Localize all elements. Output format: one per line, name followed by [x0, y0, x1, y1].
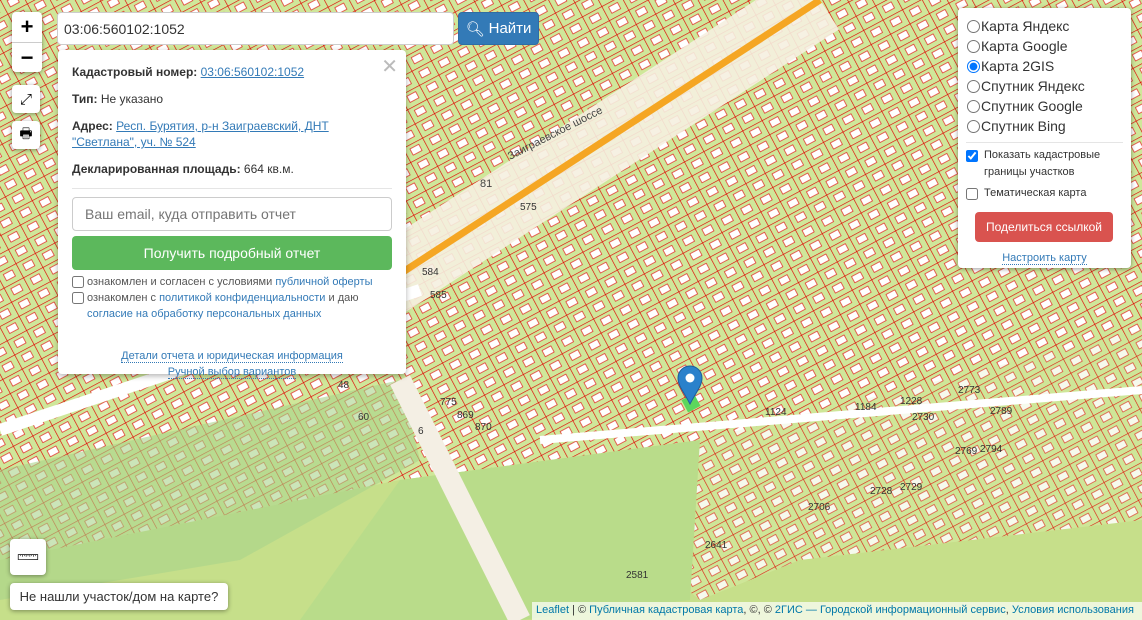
map-label: 1228: [900, 396, 923, 407]
map-label: 584: [422, 267, 439, 278]
find-button[interactable]: 🔍︎ Найти: [458, 12, 539, 45]
radio[interactable]: [967, 59, 980, 73]
radio[interactable]: [967, 39, 980, 53]
map-label: 2789: [990, 406, 1013, 417]
zoom-out-button[interactable]: −: [12, 42, 42, 72]
offer-link[interactable]: публичной оферты: [275, 276, 372, 288]
pkk-link[interactable]: Публичная кадастровая карта: [589, 604, 743, 616]
layer-google-satellite[interactable]: Спутник Google: [966, 96, 1123, 116]
offer-consent-checkbox[interactable]: ознакомлен и согласен с условиями публич…: [72, 274, 392, 290]
not-found-button[interactable]: Не нашли участок/дом на карте?: [10, 583, 228, 610]
cadastral-label: Кадастровый номер:: [72, 65, 198, 79]
layer-label: Карта 2GIS: [981, 58, 1055, 74]
ruler-icon: 📏︎: [12, 541, 43, 572]
radio[interactable]: [967, 79, 980, 93]
layer-bing-satellite[interactable]: Спутник Bing: [966, 116, 1123, 136]
radio[interactable]: [967, 119, 980, 133]
terms-link[interactable]: Условия использования: [1012, 604, 1134, 616]
map-label: 2773: [958, 385, 981, 396]
map-label: 2581: [626, 570, 649, 581]
zoom-control: + −: [12, 12, 42, 72]
layer-yandex-map[interactable]: Карта Яндекс: [966, 16, 1123, 36]
checkbox[interactable]: [72, 292, 84, 304]
printer-icon: 🖶: [19, 125, 33, 141]
leaflet-link[interactable]: Leaflet: [536, 604, 569, 616]
layer-2gis-map[interactable]: Карта 2GIS: [966, 56, 1123, 76]
map-label: 1184: [855, 402, 877, 413]
layer-label: Спутник Google: [981, 98, 1083, 114]
search-icon: 🔍︎: [465, 20, 485, 38]
checkbox[interactable]: [966, 150, 978, 162]
map-label: 2728: [870, 486, 893, 497]
fullscreen-button[interactable]: ⤢: [12, 85, 40, 113]
map-label: 585: [430, 290, 447, 301]
map-label: 60: [358, 412, 370, 423]
layer-google-map[interactable]: Карта Google: [966, 36, 1123, 56]
map-label: 1124: [765, 407, 787, 418]
divider: [72, 188, 392, 189]
get-report-button[interactable]: Получить подробный отчет: [72, 236, 392, 270]
layer-label: Карта Google: [981, 38, 1068, 54]
type-label: Тип:: [72, 92, 98, 106]
find-label: Найти: [488, 20, 532, 37]
road-number: 81: [480, 178, 492, 190]
map-label: 2729: [900, 482, 923, 493]
share-link-button[interactable]: Поделиться ссылкой: [975, 212, 1113, 242]
print-button[interactable]: 🖶: [12, 121, 40, 149]
checkbox[interactable]: [72, 276, 84, 288]
map-label: 869: [457, 410, 474, 421]
2gis-link[interactable]: 2ГИС — Городской информационный сервис: [775, 604, 1006, 616]
configure-map-link[interactable]: Настроить карту: [1002, 252, 1087, 265]
search-input[interactable]: [57, 12, 454, 45]
map-label: 6: [418, 426, 424, 437]
consent-text: ознакомлен и согласен с условиями: [87, 276, 276, 288]
close-icon[interactable]: ✕: [381, 54, 398, 79]
privacy-link[interactable]: политикой конфиденциальности: [159, 292, 325, 304]
map-label: 2706: [808, 502, 831, 513]
map-label: 575: [520, 202, 537, 213]
map-label: 2641: [705, 540, 728, 551]
area-value: 664 кв.м.: [243, 162, 294, 176]
zoom-in-button[interactable]: +: [12, 12, 42, 42]
layers-panel: Карта Яндекс Карта Google Карта 2GIS Спу…: [958, 8, 1131, 268]
details-link[interactable]: Детали отчета и юридическая информация: [121, 350, 343, 363]
map-label: 870: [475, 422, 492, 433]
consent-text: и даю: [325, 292, 359, 304]
thematic-map-checkbox[interactable]: Тематическая карта: [966, 185, 1123, 202]
parcel-popup: ✕ Кадастровый номер: 03:06:560102:1052 Т…: [58, 50, 406, 379]
map-label: 775: [440, 397, 457, 408]
email-input[interactable]: [72, 197, 392, 231]
manual-select-link[interactable]: Ручной выбор вариантов: [167, 366, 297, 379]
map-label: 2794: [980, 444, 1003, 455]
personal-data-link[interactable]: согласие на обработку персональных данны…: [87, 308, 321, 320]
layer-label: Спутник Bing: [981, 118, 1066, 134]
radio[interactable]: [967, 99, 980, 113]
type-value: Не указано: [100, 92, 164, 106]
layer-yandex-satellite[interactable]: Спутник Яндекс: [966, 76, 1123, 96]
cadastral-link[interactable]: 03:06:560102:1052: [201, 65, 304, 79]
radio[interactable]: [967, 19, 980, 33]
layer-label: Спутник Яндекс: [981, 78, 1085, 94]
consent-text: ознакомлен с: [87, 292, 160, 304]
divider: [966, 142, 1123, 143]
map-label: 48: [338, 380, 350, 391]
option-label: Тематическая карта: [984, 187, 1087, 199]
attr-text: | ©: [569, 604, 590, 616]
area-label: Декларированная площадь:: [72, 162, 241, 176]
show-borders-checkbox[interactable]: Показать кадастровые границы участков: [966, 147, 1123, 181]
map-label: 2730: [912, 412, 935, 423]
map-label: 2769: [955, 446, 978, 457]
attr-text: , ©, ©: [743, 604, 775, 616]
checkbox[interactable]: [966, 188, 978, 200]
layer-label: Карта Яндекс: [981, 18, 1070, 34]
expand-icon: ⤢: [19, 90, 32, 108]
privacy-consent-checkbox[interactable]: ознакомлен с политикой конфиденциальност…: [72, 290, 392, 322]
measure-button[interactable]: 📏︎: [10, 539, 46, 575]
attribution: Leaflet | © Публичная кадастровая карта,…: [532, 602, 1142, 620]
address-label: Адрес:: [72, 119, 113, 133]
option-label: Показать кадастровые границы участков: [984, 149, 1101, 178]
